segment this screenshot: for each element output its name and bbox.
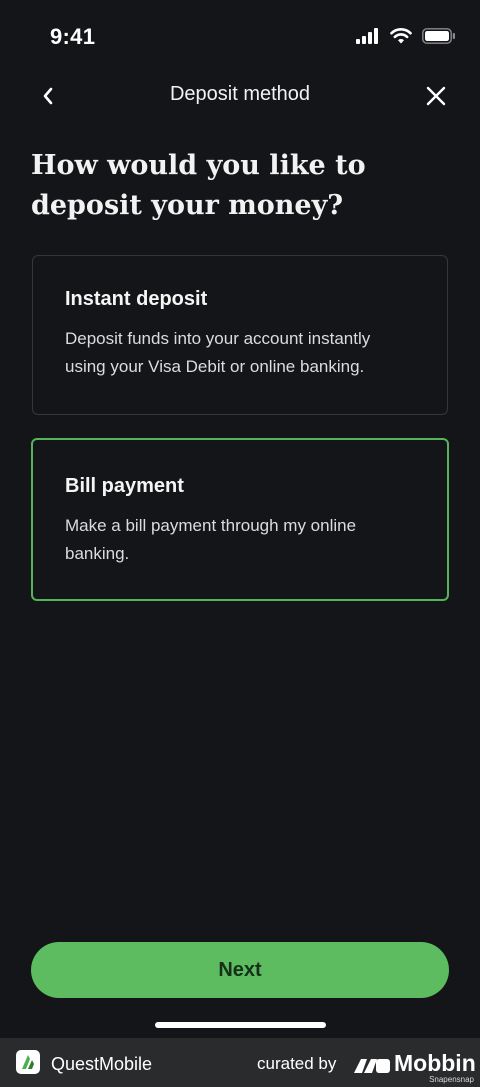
next-button[interactable]: Next — [31, 942, 449, 998]
option-description: Deposit funds into your account instantl… — [65, 329, 371, 376]
footer-mobbin: Mobbin — [394, 1050, 476, 1076]
close-button[interactable] — [420, 80, 452, 112]
status-icons — [356, 28, 456, 44]
mobbin-logo-icon — [354, 1059, 390, 1073]
battery-icon — [422, 28, 455, 44]
footer-curated-by: curated by — [257, 1054, 337, 1073]
chevron-left-icon — [43, 87, 53, 105]
close-icon — [426, 86, 446, 106]
footer-snap-credit: Snapensnap — [429, 1075, 474, 1084]
next-button-label: Next — [218, 958, 262, 981]
questmobile-logo-icon — [16, 1050, 40, 1074]
page-title: Deposit method — [169, 83, 311, 105]
status-bar: 9:41 — [0, 0, 480, 74]
status-time: 9:41 — [50, 24, 96, 49]
footer-bar: QuestMobile curated by Mobbin Snapensnap — [0, 1038, 480, 1087]
home-indicator — [155, 1022, 326, 1028]
back-button[interactable] — [30, 80, 66, 112]
option-bill-payment[interactable]: Bill payment Make a bill payment through… — [31, 438, 449, 601]
option-instant-deposit[interactable]: Instant deposit Deposit funds into your … — [32, 255, 448, 415]
nav-bar: Deposit method — [0, 74, 480, 118]
option-title: Instant deposit — [65, 288, 208, 310]
option-title: Bill payment — [65, 475, 184, 497]
cellular-signal-icon — [356, 28, 378, 44]
footer-brand: QuestMobile — [51, 1054, 153, 1074]
question-heading: How would you like to deposit your money… — [31, 150, 366, 221]
option-description: Make a bill payment through my online ba… — [65, 516, 357, 563]
wifi-icon — [390, 28, 412, 44]
